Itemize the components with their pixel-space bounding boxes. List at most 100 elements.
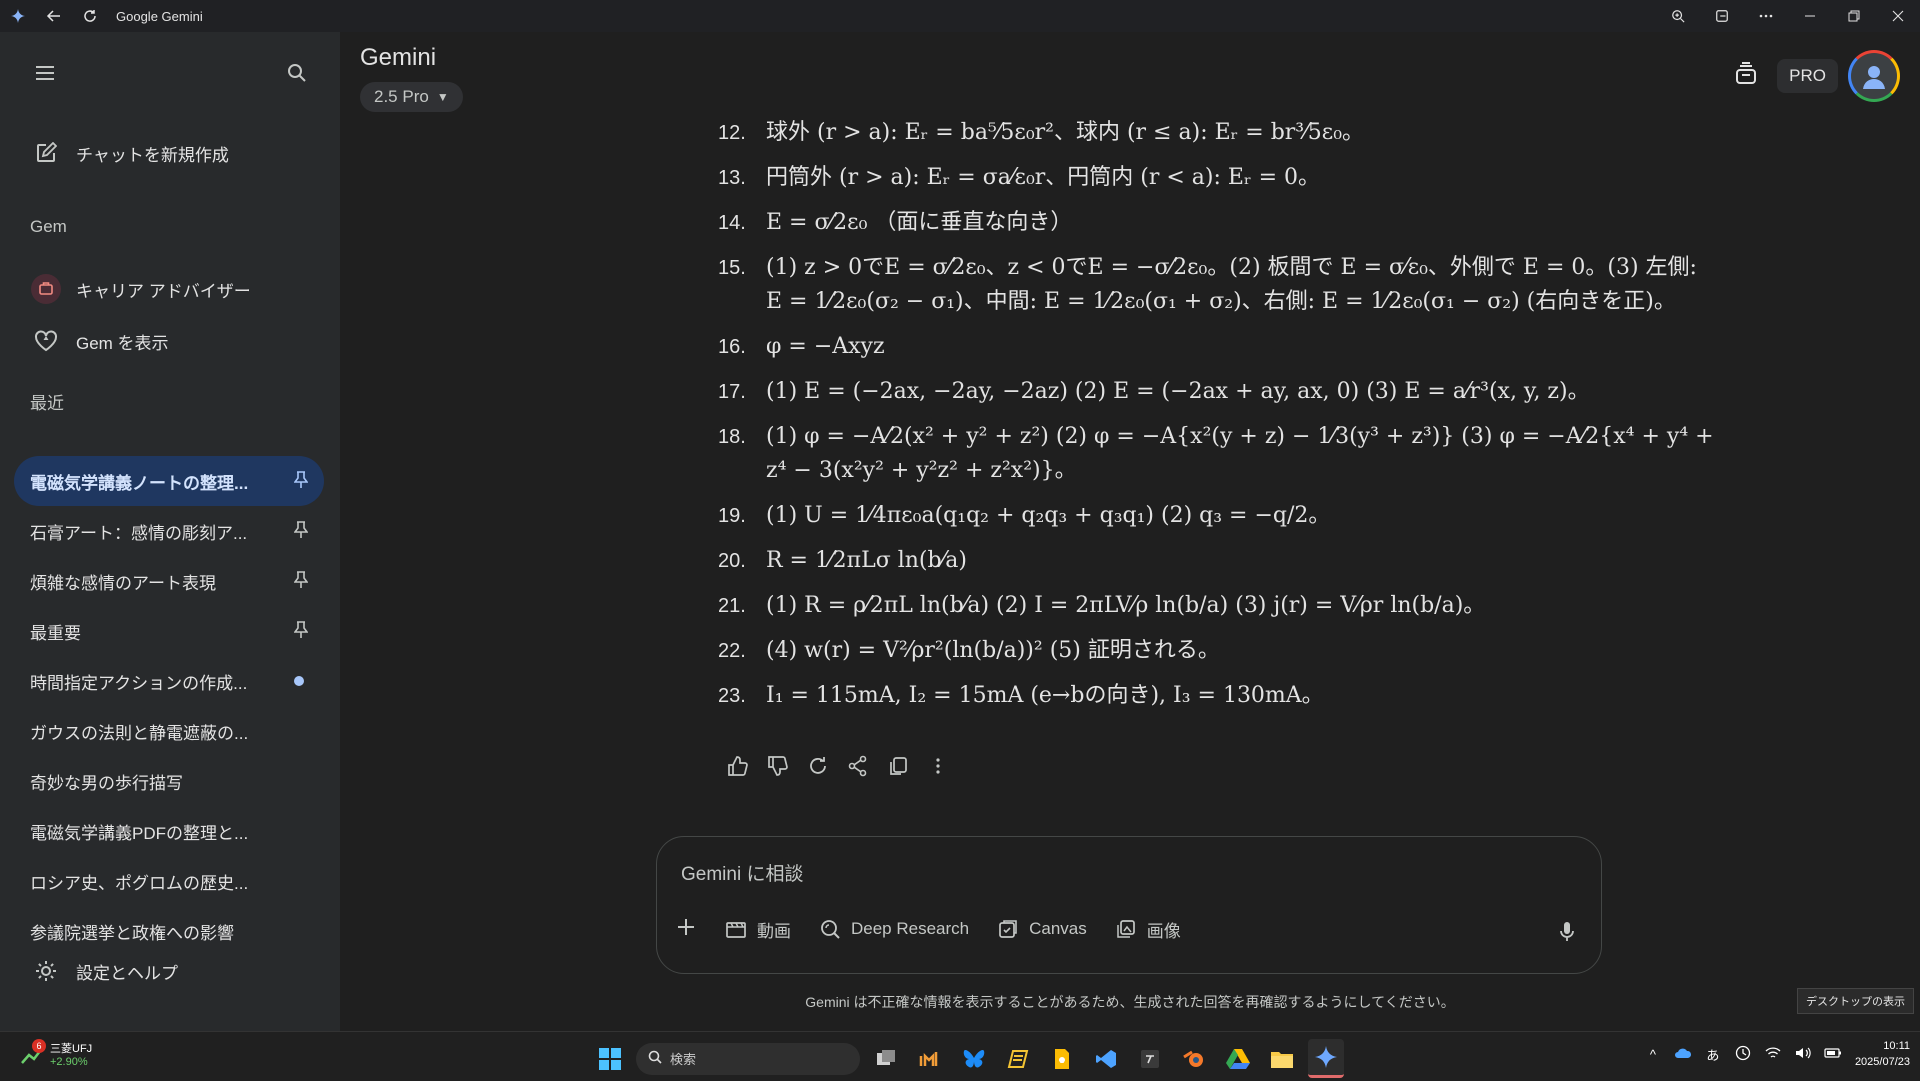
- caret-down-icon: ▼: [436, 90, 449, 104]
- close-icon[interactable]: [1876, 0, 1920, 32]
- model-selector[interactable]: 2.5 Pro ▼: [360, 82, 463, 112]
- menu-icon[interactable]: [28, 56, 62, 90]
- notes-app-icon[interactable]: [1000, 1041, 1036, 1077]
- google-drive-icon[interactable]: [1220, 1041, 1256, 1077]
- wifi-icon[interactable]: [1761, 1046, 1785, 1063]
- answer-number: 17.: [718, 381, 746, 403]
- canvas-icon: [997, 918, 1019, 940]
- pro-badge[interactable]: PRO: [1777, 59, 1838, 93]
- answer-number: 19.: [718, 505, 746, 527]
- chevron-up-icon[interactable]: ^: [1641, 1047, 1665, 1062]
- back-icon[interactable]: [36, 0, 72, 32]
- gear-icon: [16, 959, 76, 983]
- clock-date: 2025/07/23: [1854, 1056, 1910, 1068]
- keep-icon[interactable]: [1044, 1041, 1080, 1077]
- more-options-icon[interactable]: [1744, 0, 1788, 32]
- zoom-icon[interactable]: [1656, 0, 1700, 32]
- share-icon[interactable]: [838, 750, 878, 782]
- canvas-button[interactable]: Canvas: [997, 909, 1087, 949]
- answer-text: (1) U = 1⁄4πε₀a(q₁q₂ + q₂q₃ + q₃q₁) (2) …: [766, 503, 1331, 528]
- new-chat-button[interactable]: チャットを新規作成: [16, 128, 316, 178]
- sidebar: チャットを新規作成 Gem キャリア アドバイザー Gem を表示 最近 電磁気…: [0, 32, 340, 1031]
- prompt-input-box[interactable]: Gemini に相談 動画 Deep Research Canvas 画像: [656, 836, 1602, 974]
- gemini-app-icon[interactable]: [1308, 1039, 1344, 1078]
- recent-chat-item[interactable]: 電磁気学講義ノートの整理...: [14, 456, 324, 506]
- answer-list: 12. 球外 (r > a): Eᵣ = ba⁵⁄5ε₀r²、球内 (r ≤ a)…: [718, 116, 1718, 724]
- terminal-icon[interactable]: [1132, 1041, 1168, 1077]
- recent-chat-item[interactable]: 最重要: [14, 606, 324, 656]
- copy-icon[interactable]: [878, 750, 918, 782]
- answer-item: 22. (4) w(r) = V²⁄ρr²(ln(b/a))² (5) 証明される…: [718, 634, 1718, 668]
- deep-research-button[interactable]: Deep Research: [819, 909, 969, 949]
- ime-indicator[interactable]: あ: [1701, 1045, 1725, 1064]
- windows-start-icon[interactable]: [592, 1041, 628, 1077]
- gem-item-career-advisor[interactable]: キャリア アドバイザー: [16, 266, 316, 312]
- bluesky-icon[interactable]: [956, 1041, 992, 1077]
- recent-chat-item[interactable]: ガウスの法則と静電遮蔽の...: [14, 706, 324, 756]
- thumbs-up-icon[interactable]: [718, 750, 758, 782]
- answer-item: 15. (1) z > 0でE = σ⁄2ε₀、z < 0でE = −σ⁄2ε₀。…: [718, 251, 1718, 319]
- answer-number: 16.: [718, 336, 746, 358]
- answer-text: φ = −Axyz: [766, 334, 885, 359]
- volume-icon[interactable]: [1791, 1046, 1815, 1063]
- recent-chat-item[interactable]: 電磁気学講義PDFの整理と...: [14, 806, 324, 856]
- recent-chat-item[interactable]: 石膏アート：感情の彫刻ア...: [14, 506, 324, 556]
- answer-item: 12. 球外 (r > a): Eᵣ = ba⁵⁄5ε₀r²、球内 (r ≤ a)…: [718, 116, 1718, 150]
- minimize-icon[interactable]: [1788, 0, 1832, 32]
- stock-widget[interactable]: 6 三菱UFJ +2.90%: [20, 1039, 93, 1068]
- onedrive-icon[interactable]: [1671, 1047, 1695, 1062]
- main-panel: Gemini 2.5 Pro ▼ PRO 12. 球外 (r > a): Eᵣ =…: [340, 32, 1920, 1031]
- recent-chat-item[interactable]: ロシア史、ポグロムの歴史...: [14, 856, 324, 906]
- gem-heart-icon: [16, 330, 76, 352]
- image-icon: [1115, 918, 1137, 940]
- recent-chat-item[interactable]: 時間指定アクションの作成...: [14, 656, 324, 706]
- pin-icon[interactable]: [293, 621, 309, 644]
- thumbs-down-icon[interactable]: [758, 750, 798, 782]
- taskbar-search[interactable]: 検索: [636, 1042, 860, 1075]
- pin-icon[interactable]: [293, 571, 309, 594]
- stock-change: +2.90%: [50, 1056, 88, 1068]
- image-tool-button[interactable]: 画像: [1115, 909, 1181, 949]
- answer-item: 16. φ = −Axyz: [718, 330, 1718, 364]
- task-view-icon[interactable]: [868, 1041, 904, 1077]
- vscode-icon[interactable]: [1088, 1041, 1124, 1077]
- avatar[interactable]: [1848, 50, 1900, 102]
- answer-item: 20. R = 1⁄2πLσ ln(b⁄a): [718, 544, 1718, 578]
- recent-chat-item[interactable]: 煩雑な感情のアート表現: [14, 556, 324, 606]
- pin-icon[interactable]: [293, 471, 309, 494]
- settings-help-button[interactable]: 設定とヘルプ: [16, 946, 316, 996]
- new-chat-label: チャットを新規作成: [76, 145, 229, 165]
- edit-icon: [16, 142, 76, 164]
- regenerate-icon[interactable]: [798, 750, 838, 782]
- file-explorer-icon[interactable]: [1264, 1041, 1300, 1077]
- taskbar-search-label: 検索: [670, 1052, 697, 1067]
- answer-item: 19. (1) U = 1⁄4πε₀a(q₁q₂ + q₂q₃ + q₃q₁) (…: [718, 499, 1718, 533]
- tool-label: 動画: [757, 921, 791, 941]
- recent-chat-list: 電磁気学講義ノートの整理... 石膏アート：感情の彫刻ア... 煩雑な感情のアー…: [14, 456, 324, 956]
- chat-history-icon[interactable]: [1733, 61, 1759, 92]
- answer-text: (1) R = ρ⁄2πL ln(b⁄a) (2) I = 2πLV⁄ρ ln(…: [766, 593, 1486, 618]
- add-button[interactable]: [675, 909, 697, 949]
- recent-chat-item[interactable]: 奇妙な男の歩行描写: [14, 756, 324, 806]
- video-tool-button[interactable]: 動画: [725, 909, 791, 949]
- answer-text: I₁ = 115mA, I₂ = 15mA (e→bの向き), I₃ = 130…: [766, 683, 1324, 708]
- gem-item-label: キャリア アドバイザー: [76, 281, 251, 301]
- reload-icon[interactable]: [72, 0, 108, 32]
- blender-icon[interactable]: [1176, 1041, 1212, 1077]
- stock-name: 三菱UFJ: [50, 1043, 93, 1055]
- header-actions: PRO: [1733, 50, 1900, 102]
- clock[interactable]: 10:11 2025/07/23: [1855, 1038, 1910, 1070]
- answer-text: 球外 (r > a): Eᵣ = ba⁵⁄5ε₀r²、球内 (r ≤ a): E…: [766, 120, 1365, 145]
- microphone-icon[interactable]: [1559, 921, 1575, 948]
- pin-icon[interactable]: [293, 521, 309, 544]
- app-window-icon[interactable]: [1700, 0, 1744, 32]
- prompt-input[interactable]: Gemini に相談: [681, 859, 803, 886]
- gem-item-show-gems[interactable]: Gem を表示: [16, 318, 316, 364]
- restore-icon[interactable]: [1832, 0, 1876, 32]
- battery-icon[interactable]: [1821, 1047, 1845, 1062]
- more-vert-icon[interactable]: [918, 750, 958, 782]
- search-icon[interactable]: [280, 56, 314, 90]
- focus-icon[interactable]: [1731, 1045, 1755, 1064]
- app-orange-icon[interactable]: [912, 1041, 948, 1077]
- answer-text: (1) E = (−2ax, −2ay, −2az) (2) E = (−2ax…: [766, 379, 1590, 404]
